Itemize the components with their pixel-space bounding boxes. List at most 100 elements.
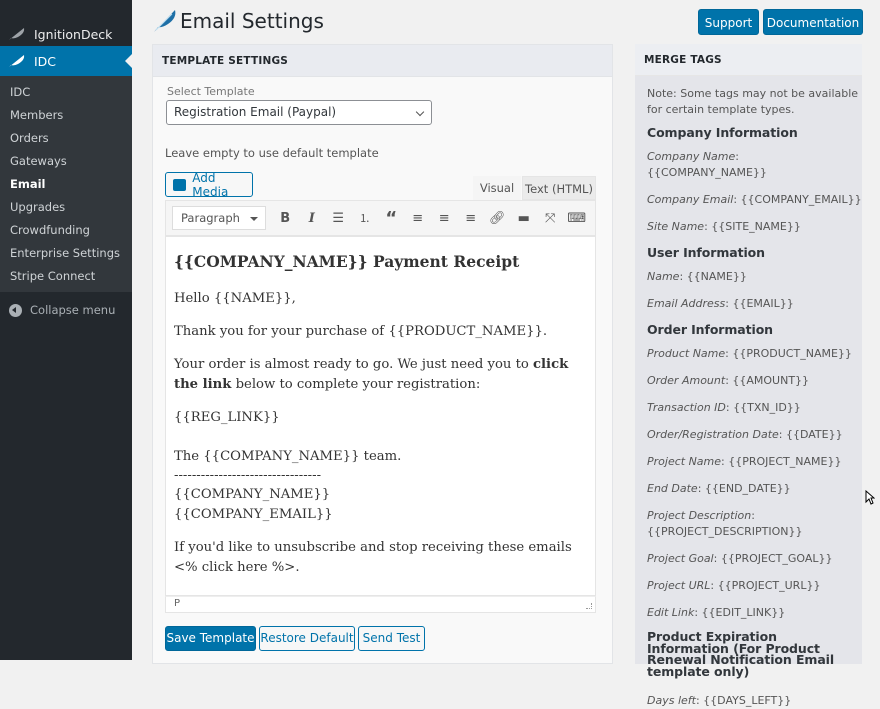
page-title: Email Settings: [152, 8, 324, 34]
restore-default-button[interactable]: Restore Default: [259, 626, 355, 651]
submenu-upgrades[interactable]: Upgrades: [0, 196, 132, 219]
merge-heading: MERGE TAGS: [635, 44, 862, 76]
merge-tag-code: : {{END_DATE}}: [697, 482, 791, 495]
italic-icon[interactable]: I: [299, 206, 326, 230]
resize-handle[interactable]: [586, 603, 592, 609]
collapse-menu-button[interactable]: Collapse menu: [0, 297, 132, 323]
email-instructions: Your order is almost ready to go. We jus…: [174, 355, 595, 395]
order-info-heading: Order Information: [647, 322, 773, 337]
expiration-info-heading: Product Expiration Information (For Prod…: [647, 629, 835, 679]
select-template-label: Select Template: [167, 85, 255, 98]
merge-tag-code: : {{EMAIL}}: [725, 297, 794, 310]
media-icon: [173, 178, 187, 191]
merge-tag-code: : {{DAYS_LEFT}}: [695, 694, 792, 707]
template-settings-panel: TEMPLATE SETTINGS Select Template Regist…: [152, 44, 613, 664]
merge-tag-label: Product Name: [647, 347, 726, 360]
merge-tag-label: Project Goal: [647, 552, 714, 565]
merge-tag-label: Company Name: [647, 150, 736, 163]
merge-tag-item: Transaction ID: {{TXN_ID}}: [647, 400, 862, 416]
send-test-button[interactable]: Send Test: [358, 626, 425, 651]
add-media-button[interactable]: Add Media: [165, 170, 253, 199]
merge-tag-item: End Date: {{END_DATE}}: [647, 481, 862, 497]
merge-tag-item: Project URL: {{PROJECT_URL}}: [647, 578, 862, 594]
bold-icon[interactable]: B: [272, 206, 299, 230]
numbered-list-icon[interactable]: ⒈: [352, 206, 379, 230]
merge-tag-item: Company Email: {{COMPANY_EMAIL}}: [647, 192, 862, 208]
merge-tag-label: Transaction ID: [647, 401, 726, 414]
collapse-arrow-icon: [9, 303, 22, 317]
feather-icon: [9, 28, 25, 40]
feather-icon: [9, 55, 25, 67]
submenu-crowdfunding[interactable]: Crowdfunding: [0, 219, 132, 242]
merge-tag-code: : {{PROJECT_URL}}: [710, 579, 821, 592]
sidebar-item-label: IDC: [34, 53, 57, 69]
link-icon[interactable]: 🔗︎: [484, 206, 511, 230]
tab-visual[interactable]: Visual: [473, 176, 521, 200]
save-template-button[interactable]: Save Template: [165, 626, 256, 651]
tab-text-html[interactable]: Text (HTML): [522, 176, 596, 200]
merge-tag-label: Order Amount: [647, 374, 726, 387]
admin-sidebar: IgnitionDeck IDC IDC Members Orders Gate…: [0, 0, 132, 660]
editor-statusbar: P: [165, 596, 596, 613]
sidebar-item-label: IgnitionDeck: [34, 26, 113, 42]
email-greeting: Hello {{NAME}},: [174, 291, 296, 306]
support-button[interactable]: Support: [698, 9, 759, 35]
merge-tag-label: End Date: [647, 482, 698, 495]
submenu-gateways[interactable]: Gateways: [0, 150, 132, 173]
email-signoff: The {{COMPANY_NAME}} team.: [174, 449, 402, 464]
sidebar-item-idc-active[interactable]: IDC: [0, 46, 132, 76]
user-info-heading: User Information: [647, 245, 765, 260]
blockquote-icon[interactable]: “: [378, 206, 405, 230]
submenu-enterprise-settings[interactable]: Enterprise Settings: [0, 242, 132, 265]
mouse-cursor-icon: [865, 490, 875, 505]
merge-tag-label: Project Description: [647, 509, 752, 522]
merge-tag-label: Order/Registration Date: [647, 428, 779, 441]
merge-tag-item: Company Name: {{COMPANY_NAME}}: [647, 149, 862, 181]
merge-note: Note: Some tags may not be available for…: [647, 87, 859, 116]
merge-tag-label: Edit Link: [647, 606, 695, 619]
submenu-orders[interactable]: Orders: [0, 127, 132, 150]
align-left-icon[interactable]: ≡: [405, 206, 432, 230]
sidebar-submenu: IDC Members Orders Gateways Email Upgrad…: [0, 76, 132, 292]
sidebar-item-ignitiondeck[interactable]: IgnitionDeck: [0, 0, 132, 46]
format-select[interactable]: Paragraph: [172, 206, 266, 230]
text: Your order is almost ready to go. We jus…: [174, 357, 534, 372]
merge-tag-label: Name: [647, 270, 680, 283]
merge-tag-item: Product Name: {{PRODUCT_NAME}}: [647, 346, 862, 362]
bullet-list-icon[interactable]: ☰: [325, 206, 352, 230]
merge-tag-item: Order Amount: {{AMOUNT}}: [647, 373, 862, 389]
documentation-button[interactable]: Documentation: [763, 9, 863, 35]
fullscreen-icon[interactable]: ⤧: [537, 206, 564, 230]
toolbar-toggle-icon[interactable]: ⌨: [564, 206, 591, 230]
element-path[interactable]: P: [174, 598, 180, 609]
align-right-icon[interactable]: ≡: [458, 206, 485, 230]
merge-tag-code: : {{AMOUNT}}: [725, 374, 810, 387]
merge-tag-label: Days left: [647, 694, 696, 707]
merge-tag-label: Project URL: [647, 579, 711, 592]
merge-tag-code: : {{DATE}}: [778, 428, 843, 441]
merge-tag-item: Name: {{NAME}}: [647, 269, 862, 285]
add-media-label: Add Media: [192, 170, 229, 199]
merge-tag-code: : {{SITE_NAME}}: [704, 220, 801, 233]
merge-tag-code: : {{PROJECT_GOAL}}: [713, 552, 833, 565]
email-company-email: {{COMPANY_EMAIL}}: [174, 507, 333, 522]
chevron-down-icon: [415, 107, 425, 117]
merge-tag-code: : {{PROJECT_NAME}}: [721, 455, 842, 468]
email-heading: {{COMPANY_NAME}} Payment Receipt: [174, 252, 520, 271]
email-company-name: {{COMPANY_NAME}}: [174, 487, 331, 502]
merge-tag-label: Company Email: [647, 193, 734, 206]
submenu-email[interactable]: Email: [0, 173, 132, 196]
submenu-stripe-connect[interactable]: Stripe Connect: [0, 265, 132, 288]
template-hint: Leave empty to use default template: [165, 146, 379, 160]
submenu-idc[interactable]: IDC: [0, 81, 132, 104]
align-center-icon[interactable]: ≡: [431, 206, 458, 230]
text: below to complete your registration:: [231, 377, 481, 392]
submenu-members[interactable]: Members: [0, 104, 132, 127]
merge-tag-item: Site Name: {{SITE_NAME}}: [647, 219, 862, 235]
editor-toolbar: Paragraph B I ☰ ⒈ “ ≡ ≡ ≡ 🔗︎ ▬ ⤧ ⌨: [165, 200, 596, 236]
template-select[interactable]: Registration Email (Paypal): [166, 100, 432, 125]
read-more-icon[interactable]: ▬: [511, 206, 538, 230]
email-body-editor[interactable]: {{COMPANY_NAME}} Payment Receipt Hello {…: [165, 236, 596, 596]
merge-tag-item: Days left: {{DAYS_LEFT}}: [647, 693, 862, 709]
panel-heading: TEMPLATE SETTINGS: [153, 45, 612, 77]
